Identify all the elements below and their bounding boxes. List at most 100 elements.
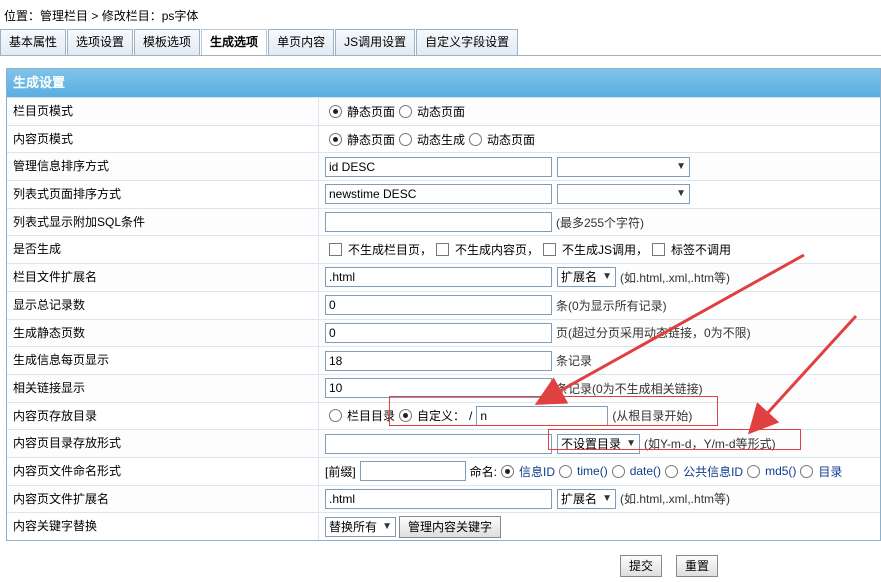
breadcrumb: 位置：管理栏目 > 修改栏目：ps字体 <box>4 6 198 26</box>
per-page-input[interactable]: 18 <box>325 350 552 371</box>
list-sql-input[interactable] <box>325 212 552 233</box>
checkbox-no-content[interactable] <box>436 243 450 257</box>
row-label: 显示总记录数 <box>7 291 319 319</box>
related-links-input[interactable]: 10 <box>325 378 552 399</box>
checkbox-no-tag[interactable] <box>652 243 666 257</box>
row-list-sort: 列表式页面排序方式 newstime DESC <box>7 180 880 208</box>
hint: 条记录 <box>556 354 593 369</box>
row-related-links: 相关链接显示 10 条记录(0为不生成相关链接) <box>7 373 880 402</box>
hint: 条记录(0为不生成相关链接) <box>556 381 703 396</box>
radio-label: 目录 <box>818 464 843 479</box>
settings-panel: 生成设置 栏目页模式 静态页面 动态页面 内容页模式 静态页面 动态生成 动态页… <box>0 55 881 548</box>
row-label: 内容关键字替换 <box>7 513 319 540</box>
row-label: 内容页文件命名形式 <box>7 457 319 485</box>
row-static-pages: 生成静态页数 0 页(超过分页采用动态链接，0为不限) <box>7 318 880 347</box>
row-file-naming: 内容页文件命名形式 [前缀] 命名: 信息ID time() date() 公共… <box>7 456 880 485</box>
row-is-generate: 是否生成 不生成栏目页， 不生成内容页， 不生成JS调用， 标签不调用 <box>7 235 880 264</box>
row-label: 内容页文件扩展名 <box>7 485 319 513</box>
hint: 页(超过分页采用动态链接，0为不限) <box>556 326 751 341</box>
row-content-ext: 内容页文件扩展名 .html 扩展名 (如.html,.xml,.htm等) <box>7 484 880 513</box>
breadcrumb-current: 修改栏目：ps字体 <box>101 9 199 23</box>
hint: (从根目录开始) <box>612 409 693 424</box>
reset-button[interactable]: 重置 <box>676 555 719 577</box>
row-list-mode: 栏目页模式 静态页面 动态页面 <box>7 97 880 125</box>
radio-info-id[interactable] <box>501 464 515 478</box>
checkbox-no-js[interactable] <box>543 243 557 257</box>
row-list-ext: 栏目文件扩展名 .html 扩展名 (如.html,.xml,.htm等) <box>7 263 880 291</box>
prefix-input[interactable] <box>359 461 466 482</box>
hint: (如.html,.xml,.htm等) <box>620 270 731 285</box>
checkbox-label: 不生成JS调用， <box>562 243 649 258</box>
row-label: 内容页模式 <box>7 125 319 153</box>
breadcrumb-prefix: 位置： <box>4 9 41 23</box>
row-dir-format: 内容页目录存放形式 不设置目录 (如Y-m-d，Y/m-d等形式) <box>7 429 880 457</box>
radio-date[interactable] <box>611 464 625 478</box>
tab-basic[interactable]: 基本属性 <box>0 29 67 55</box>
row-label: 内容页存放目录 <box>7 402 319 430</box>
dir-format-input[interactable] <box>325 433 552 454</box>
row-manage-sort: 管理信息排序方式 id DESC <box>7 152 880 181</box>
radio-label: 栏目目录 <box>347 409 396 424</box>
list-sort-select[interactable] <box>557 184 690 205</box>
radio-label: md5() <box>765 464 797 479</box>
manage-sort-select[interactable] <box>557 156 690 177</box>
submit-button[interactable]: 提交 <box>620 555 663 577</box>
total-records-input[interactable]: 0 <box>325 295 552 316</box>
dir-format-select[interactable]: 不设置目录 <box>557 433 641 454</box>
prefix-label: [前缀] <box>325 464 356 479</box>
slash-text: / <box>469 408 473 423</box>
content-ext-select[interactable]: 扩展名 <box>557 488 617 509</box>
row-label: 生成静态页数 <box>7 319 319 347</box>
radio-label: 信息ID <box>519 464 556 479</box>
static-pages-input[interactable]: 0 <box>325 322 552 343</box>
hint: 条(0为显示所有记录) <box>556 298 667 313</box>
radio-custom-dir[interactable] <box>399 409 413 423</box>
row-content-dir: 内容页存放目录 栏目目录 自定义： / n (从根目录开始) <box>7 401 880 430</box>
content-ext-input[interactable]: .html <box>325 488 552 509</box>
radio-dynamic-generate[interactable] <box>399 132 413 146</box>
row-total-records: 显示总记录数 0 条(0为显示所有记录) <box>7 290 880 319</box>
radio-static-page[interactable] <box>329 104 342 118</box>
settings-table: 生成设置 栏目页模式 静态页面 动态页面 内容页模式 静态页面 动态生成 动态页… <box>6 68 881 541</box>
radio-dynamic-page[interactable] <box>399 104 413 118</box>
checkbox-label: 不生成栏目页， <box>348 243 433 258</box>
row-label: 相关链接显示 <box>7 374 319 402</box>
tab-custom-fields[interactable]: 自定义字段设置 <box>416 29 519 55</box>
form-footer: 提交 重置 <box>620 555 719 577</box>
radio-time[interactable] <box>559 464 573 478</box>
tab-js-call[interactable]: JS调用设置 <box>335 29 416 55</box>
tab-template[interactable]: 模板选项 <box>134 29 201 55</box>
radio-md5[interactable] <box>747 464 761 478</box>
radio-column-dir[interactable] <box>329 409 342 423</box>
radio-static-page[interactable] <box>329 132 342 146</box>
row-label: 内容页目录存放形式 <box>7 430 319 457</box>
list-ext-input[interactable]: .html <box>325 267 552 288</box>
breadcrumb-link-manage-columns[interactable]: 管理栏目 <box>40 9 88 23</box>
row-label: 列表式页面排序方式 <box>7 181 319 208</box>
manage-keywords-button[interactable]: 管理内容关键字 <box>399 515 502 538</box>
list-sort-input[interactable]: newstime DESC <box>325 184 552 205</box>
manage-sort-input[interactable]: id DESC <box>325 156 552 177</box>
radio-dir[interactable] <box>800 464 814 478</box>
tab-bar: 基本属性 选项设置 模板选项 生成选项 单页内容 JS调用设置 自定义字段设置 <box>0 29 519 55</box>
tab-single-page[interactable]: 单页内容 <box>268 29 335 55</box>
radio-label: 静态页面 <box>347 132 396 147</box>
radio-public-id[interactable] <box>665 464 679 478</box>
tab-options[interactable]: 选项设置 <box>67 29 134 55</box>
radio-label: 静态页面 <box>347 104 396 119</box>
row-label: 是否生成 <box>7 236 319 264</box>
hint: (最多255个字符) <box>556 215 645 230</box>
list-ext-select[interactable]: 扩展名 <box>557 267 617 288</box>
radio-label: date() <box>629 464 662 479</box>
radio-label: 公共信息ID <box>683 464 744 479</box>
custom-dir-input[interactable]: n <box>476 405 609 426</box>
name-label: 命名: <box>469 464 498 479</box>
breadcrumb-sep: > <box>88 9 102 23</box>
row-per-page: 生成信息每页显示 18 条记录 <box>7 346 880 374</box>
checkbox-label: 不生成内容页， <box>455 243 540 258</box>
tab-generate[interactable]: 生成选项 <box>201 29 268 55</box>
checkbox-no-list[interactable] <box>329 243 342 257</box>
hint: (如.html,.xml,.htm等) <box>620 492 731 507</box>
keyword-replace-select[interactable]: 替换所有 <box>325 516 397 537</box>
radio-dynamic-page[interactable] <box>469 132 483 146</box>
